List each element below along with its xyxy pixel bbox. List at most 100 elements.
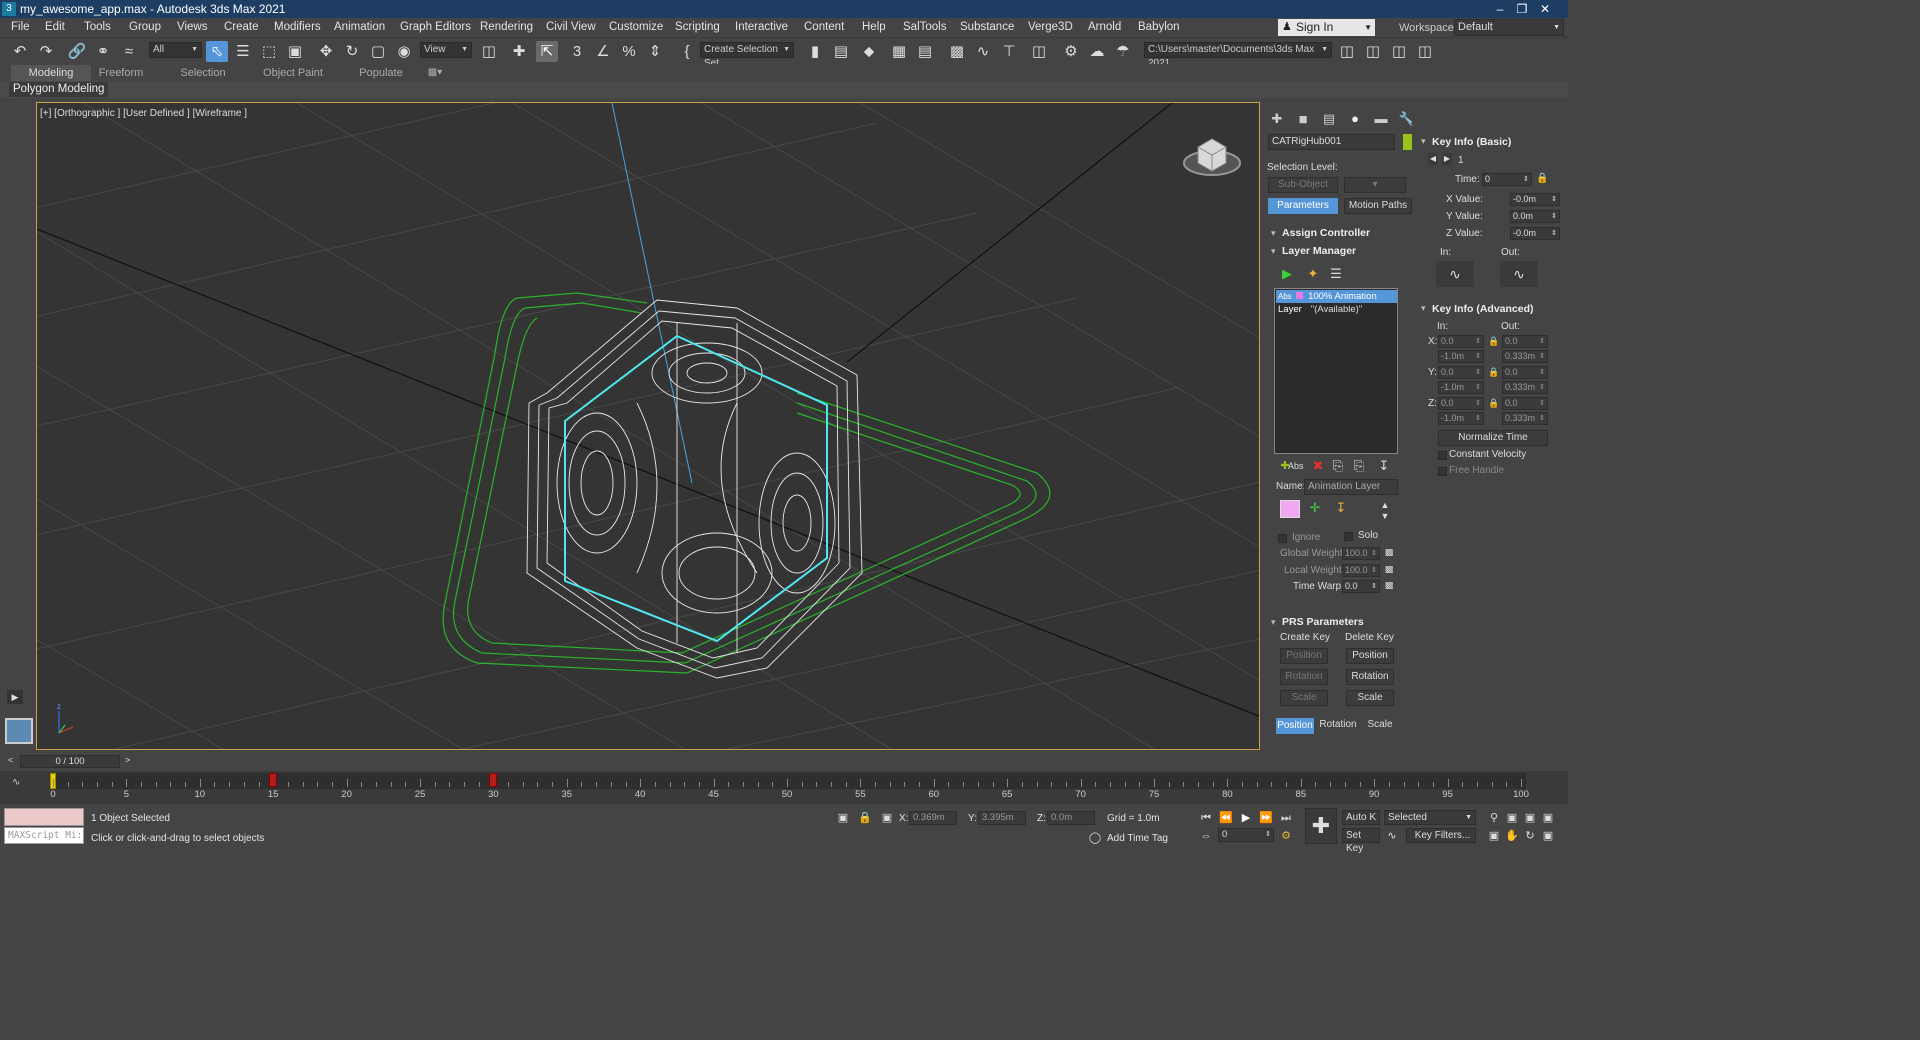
free-handle-checkbox[interactable] xyxy=(1438,467,1447,476)
curve-button-icon[interactable]: ▩ xyxy=(1383,578,1395,592)
menu-file[interactable]: File xyxy=(11,21,30,33)
adv-y-out-field[interactable]: 0.0 ⇕ xyxy=(1502,366,1548,379)
adv-z-in2-field[interactable]: -1.0m ⇕ xyxy=(1438,412,1484,425)
out-tangent-icon[interactable]: ∿ xyxy=(1500,261,1538,287)
prev-frame-icon[interactable]: < xyxy=(8,755,13,765)
menu-scripting[interactable]: Scripting xyxy=(675,21,720,33)
assign-controller-rollout[interactable]: Assign Controller xyxy=(1266,225,1408,241)
menu-help[interactable]: Help xyxy=(862,21,886,33)
adv-z-out-field[interactable]: 0.0 ⇕ xyxy=(1502,397,1548,410)
undo-icon[interactable]: ↶ xyxy=(9,41,31,62)
field-of-view-icon[interactable]: ▣ xyxy=(1486,828,1502,844)
set-key-big-icon[interactable]: ✚ xyxy=(1305,808,1337,844)
select-object-icon[interactable]: ⬁ xyxy=(206,41,228,62)
normalize-time-button[interactable]: Normalize Time xyxy=(1438,430,1548,446)
hierarchy-tab-icon[interactable]: ▤ xyxy=(1320,111,1338,127)
align-icon[interactable]: ▤ xyxy=(830,41,852,62)
adv-x-in-field[interactable]: 0.0 ⇕ xyxy=(1438,335,1484,348)
create-tab-icon[interactable]: ✚ xyxy=(1268,111,1286,127)
y-coord-field[interactable]: 3.395m xyxy=(978,811,1026,825)
animation-key[interactable] xyxy=(489,773,498,787)
copy-layer-icon[interactable]: ⎘ xyxy=(1329,457,1347,475)
current-frame-field[interactable]: 0 ⇕ xyxy=(1218,828,1274,842)
zoom-extents-icon[interactable]: ▣ xyxy=(1522,810,1538,826)
edit-named-selection-icon[interactable]: { xyxy=(676,41,698,62)
selection-lock-icon[interactable]: 🔒 xyxy=(857,810,873,826)
layer-name-field[interactable]: Animation Layer xyxy=(1304,479,1398,495)
previous-frame-icon[interactable]: ⏪ xyxy=(1218,810,1234,826)
delete-key-position-button[interactable]: Position xyxy=(1346,648,1394,664)
add-time-tag-label[interactable]: Add Time Tag xyxy=(1107,833,1168,844)
menu-edit[interactable]: Edit xyxy=(45,21,65,33)
local-weight-field[interactable]: 100.0 ⇕ xyxy=(1342,564,1380,577)
menu-substance[interactable]: Substance xyxy=(960,21,1014,33)
create-key-position-button[interactable]: Position xyxy=(1280,648,1328,664)
adv-z-in-field[interactable]: 0.0 ⇕ xyxy=(1438,397,1484,410)
viewport[interactable]: z [+] [Orthographic ] [User Defined ] [W… xyxy=(36,102,1260,750)
tab-object-paint[interactable]: Object Paint xyxy=(260,65,326,81)
motion-tab-icon[interactable]: ● xyxy=(1346,111,1364,127)
absolute-mode-icon[interactable]: ▣ xyxy=(879,810,895,826)
menu-customize[interactable]: Customize xyxy=(609,21,663,33)
close-button[interactable]: ✕ xyxy=(1522,0,1568,18)
layer-row-available[interactable]: "(Available)" xyxy=(1276,303,1397,316)
project-icon-4[interactable]: ◫ xyxy=(1414,41,1436,62)
layer-color-swatch[interactable] xyxy=(1280,500,1300,518)
go-to-start-icon[interactable]: ⏮ xyxy=(1198,810,1214,826)
display-tab-icon[interactable]: ▬ xyxy=(1372,111,1390,127)
next-frame-icon[interactable]: ⏩ xyxy=(1258,810,1274,826)
toggle-ribbon-icon[interactable]: ▤ xyxy=(914,41,936,62)
viewport-layout-tab-icon[interactable]: ▶ xyxy=(7,690,23,704)
next-frame-icon[interactable]: > xyxy=(125,755,130,765)
paste-layer-icon[interactable]: ⎘ xyxy=(1350,457,1368,475)
tab-modeling[interactable]: Modeling xyxy=(11,65,91,81)
sub-object-button[interactable]: Sub-Object xyxy=(1268,177,1338,193)
menu-create[interactable]: Create xyxy=(224,21,259,33)
menu-content[interactable]: Content xyxy=(804,21,844,33)
lock-icon[interactable]: 🔒 xyxy=(1488,396,1500,410)
adv-y-out2-field[interactable]: 0.333m ⇕ xyxy=(1502,381,1548,394)
time-slider[interactable]: 0 / 100 xyxy=(20,755,120,768)
menu-saltools[interactable]: SalTools xyxy=(903,21,946,33)
collapse-layer-icon[interactable]: ↧ xyxy=(1375,457,1393,475)
sign-in-dropdown[interactable]: ♟ Sign In ▼ xyxy=(1278,19,1375,36)
move-icon[interactable]: ✥ xyxy=(315,41,337,62)
menu-verge3d[interactable]: Verge3D xyxy=(1028,21,1073,33)
curve-button-icon[interactable]: ▩ xyxy=(1383,562,1395,576)
create-key-rotation-button[interactable]: Rotation xyxy=(1280,669,1328,685)
ignore-checkbox[interactable] xyxy=(1278,534,1287,543)
menu-rendering[interactable]: Rendering xyxy=(480,21,533,33)
rotate-icon[interactable]: ↻ xyxy=(341,41,363,62)
keyboard-shortcut-override-icon[interactable]: ⇱ xyxy=(536,41,558,62)
adv-x-out2-field[interactable]: 0.333m ⇕ xyxy=(1502,350,1548,363)
delete-key-rotation-button[interactable]: Rotation xyxy=(1346,669,1394,685)
prs-parameters-rollout[interactable]: PRS Parameters xyxy=(1266,614,1408,630)
viewport-label-menu[interactable]: [+] [Orthographic ] [User Defined ] [Wir… xyxy=(40,108,247,119)
layer-row-animation[interactable]: Abs 100% Animation Layer xyxy=(1276,290,1397,315)
select-by-name-icon[interactable]: ☰ xyxy=(232,41,254,62)
lock-icon[interactable]: 🔒 xyxy=(1488,365,1500,379)
auto-key-button[interactable]: Auto K xyxy=(1342,810,1380,825)
adv-y-in-field[interactable]: 0.0 ⇕ xyxy=(1438,366,1484,379)
render-in-cloud-icon[interactable]: ☂ xyxy=(1112,41,1134,62)
percent-snap-icon[interactable]: % xyxy=(618,41,640,62)
sub-object-dropdown[interactable]: ▾ xyxy=(1344,177,1406,193)
curve-editor-mini-icon[interactable]: ∿ xyxy=(12,777,20,788)
maxscript-output[interactable] xyxy=(4,808,84,826)
unlink-icon[interactable]: ⚭ xyxy=(92,41,114,62)
adv-x-in2-field[interactable]: -1.0m ⇕ xyxy=(1438,350,1484,363)
project-icon-3[interactable]: ◫ xyxy=(1388,41,1410,62)
spinner-snap-icon[interactable]: ⇕ xyxy=(644,41,666,62)
time-configuration-icon[interactable]: ⚙ xyxy=(1278,828,1294,844)
lock-icon[interactable]: 🔒 xyxy=(1488,334,1500,348)
key-selection-dropdown[interactable]: Selected ▼ xyxy=(1384,810,1476,825)
toggle-scene-explorer-icon[interactable]: ⬥ xyxy=(858,41,880,62)
motion-paths-button[interactable]: Motion Paths xyxy=(1344,198,1412,214)
adv-y-in2-field[interactable]: -1.0m ⇕ xyxy=(1438,381,1484,394)
scale-icon[interactable]: ▢ xyxy=(367,41,389,62)
key-filters-button[interactable]: Key Filters... xyxy=(1406,828,1476,843)
zoom-extents-all-icon[interactable]: ▣ xyxy=(1540,810,1556,826)
animation-key[interactable] xyxy=(269,773,278,787)
tab-freeform[interactable]: Freeform xyxy=(88,65,154,81)
maxscript-mini-listener[interactable]: MAXScript Mi: xyxy=(4,827,84,844)
